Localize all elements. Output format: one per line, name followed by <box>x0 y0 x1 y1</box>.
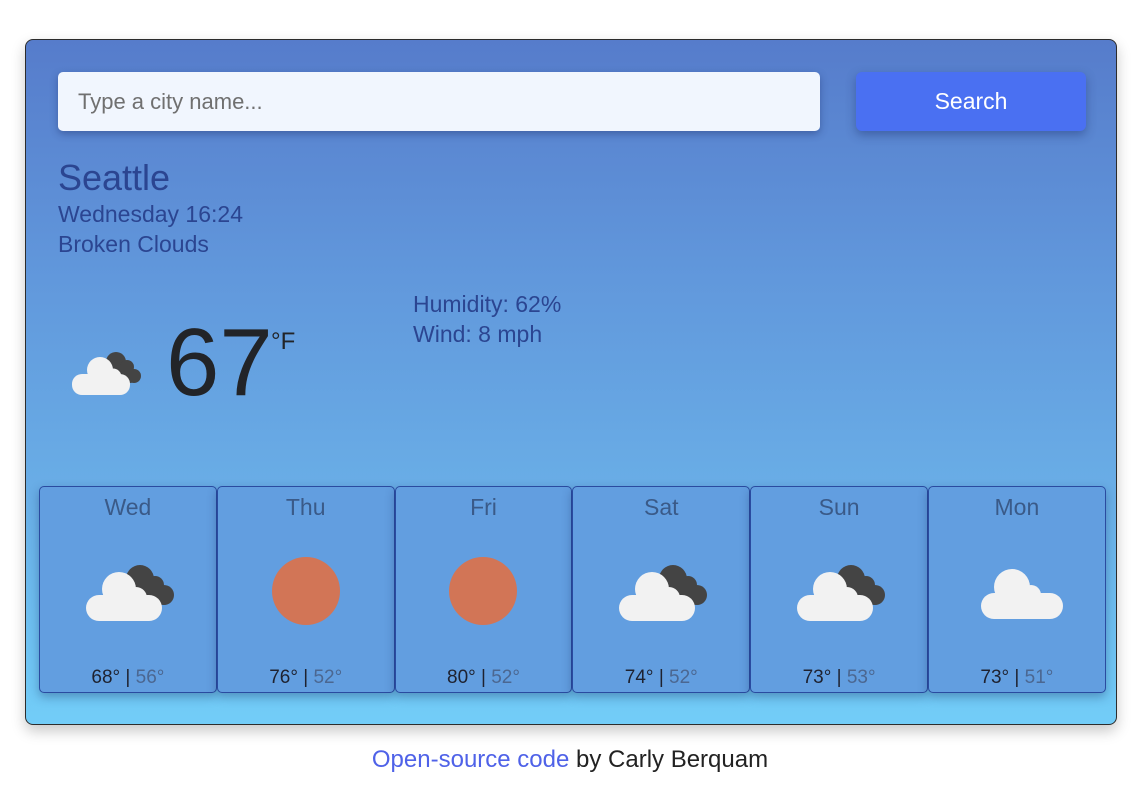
forecast-day-name: Mon <box>994 494 1040 520</box>
wind-readout: Wind: 8 mph <box>413 321 543 347</box>
broken-clouds-icon <box>619 565 708 621</box>
forecast-day-fri: Fri 80° | 52° <box>394 486 573 693</box>
footer: Open-source code by Carly Berquam <box>0 746 1140 774</box>
current-temperature: 67 <box>166 309 273 416</box>
forecast-low: 56° <box>135 667 165 688</box>
forecast-high: 76° <box>269 667 298 688</box>
city-name: Seattle <box>58 157 171 198</box>
footer-author: by Carly Berquam <box>569 746 769 773</box>
temp-separator: | <box>303 667 309 688</box>
search-button[interactable]: Search <box>856 72 1086 131</box>
temp-separator: | <box>125 667 131 688</box>
forecast-day-name: Wed <box>104 494 152 520</box>
forecast-day-name: Sat <box>644 494 679 520</box>
forecast-temps: 80° | 52° <box>396 667 572 689</box>
open-source-link[interactable]: Open-source code <box>372 746 569 773</box>
forecast-temps: 73° | 53° <box>751 667 927 689</box>
forecast-high: 80° <box>447 667 476 688</box>
temperature-unit: °F <box>271 328 296 355</box>
forecast-low: 51° <box>1024 667 1054 688</box>
city-search-input[interactable] <box>58 72 820 131</box>
forecast-list: Wed 68° | 56° Thu 76° | 52° Fri 80° | 52° Sat 7… <box>39 486 1106 694</box>
weather-condition: Broken Clouds <box>58 231 209 257</box>
forecast-low: 52° <box>669 667 698 688</box>
forecast-low: 52° <box>313 667 343 688</box>
broken-clouds-icon <box>85 565 174 621</box>
forecast-temps: 73° | 51° <box>929 667 1105 689</box>
forecast-low: 53° <box>846 667 876 688</box>
forecast-high: 74° <box>624 667 654 688</box>
forecast-high: 73° <box>980 667 1010 688</box>
forecast-day-name: Fri <box>470 494 497 520</box>
forecast-high: 68° <box>91 667 121 688</box>
current-datetime: Wednesday 16:24 <box>58 201 243 227</box>
broken-clouds-icon <box>797 565 886 621</box>
clear-sun-icon <box>449 557 518 625</box>
temp-separator: | <box>481 667 486 688</box>
forecast-day-wed: Wed 68° | 56° <box>39 486 217 693</box>
forecast-day-mon: Mon 73° | 51° <box>927 486 1106 693</box>
forecast-temps: 68° | 56° <box>40 667 216 689</box>
temp-separator: | <box>836 667 842 688</box>
forecast-day-sun: Sun 73° | 53° <box>750 486 928 693</box>
broken-clouds-icon <box>72 352 141 395</box>
forecast-high: 73° <box>802 667 832 688</box>
cloud-icon <box>980 569 1063 619</box>
forecast-day-sat: Sat 74° | 52° <box>572 486 751 693</box>
forecast-low: 52° <box>491 667 520 688</box>
forecast-day-name: Sun <box>818 494 860 520</box>
humidity-readout: Humidity: 62% <box>413 291 562 317</box>
forecast-day-name: Thu <box>285 494 326 520</box>
temp-separator: | <box>1014 667 1020 688</box>
forecast-temps: 74° | 52° <box>573 667 749 689</box>
weather-app: Search Seattle Wednesday 16:24 Broken Cl… <box>25 39 1117 725</box>
temp-separator: | <box>658 667 664 688</box>
clear-sun-icon <box>271 557 340 625</box>
forecast-day-thu: Thu 76° | 52° <box>216 486 395 693</box>
forecast-temps: 76° | 52° <box>218 667 394 689</box>
